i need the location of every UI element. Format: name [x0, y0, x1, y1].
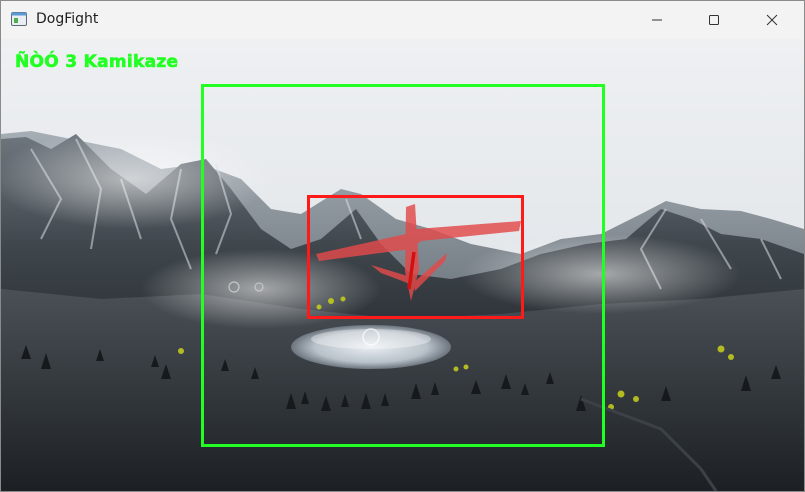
window-app-icon — [11, 12, 27, 26]
close-button[interactable] — [749, 1, 795, 38]
app-window: DogFight ÑÒÓ 3 Kamikaze — [0, 0, 805, 492]
game-viewport[interactable]: ÑÒÓ 3 Kamikaze — [1, 39, 804, 491]
close-icon — [766, 14, 778, 25]
minimize-button[interactable] — [634, 1, 680, 38]
minimize-icon — [652, 19, 662, 20]
maximize-button[interactable] — [691, 1, 737, 38]
title-bar[interactable]: DogFight — [1, 1, 804, 38]
window-title: DogFight — [36, 11, 99, 27]
target-lock-box — [307, 195, 524, 319]
target-label: ÑÒÓ 3 Kamikaze — [15, 52, 179, 73]
maximize-icon — [709, 14, 719, 25]
